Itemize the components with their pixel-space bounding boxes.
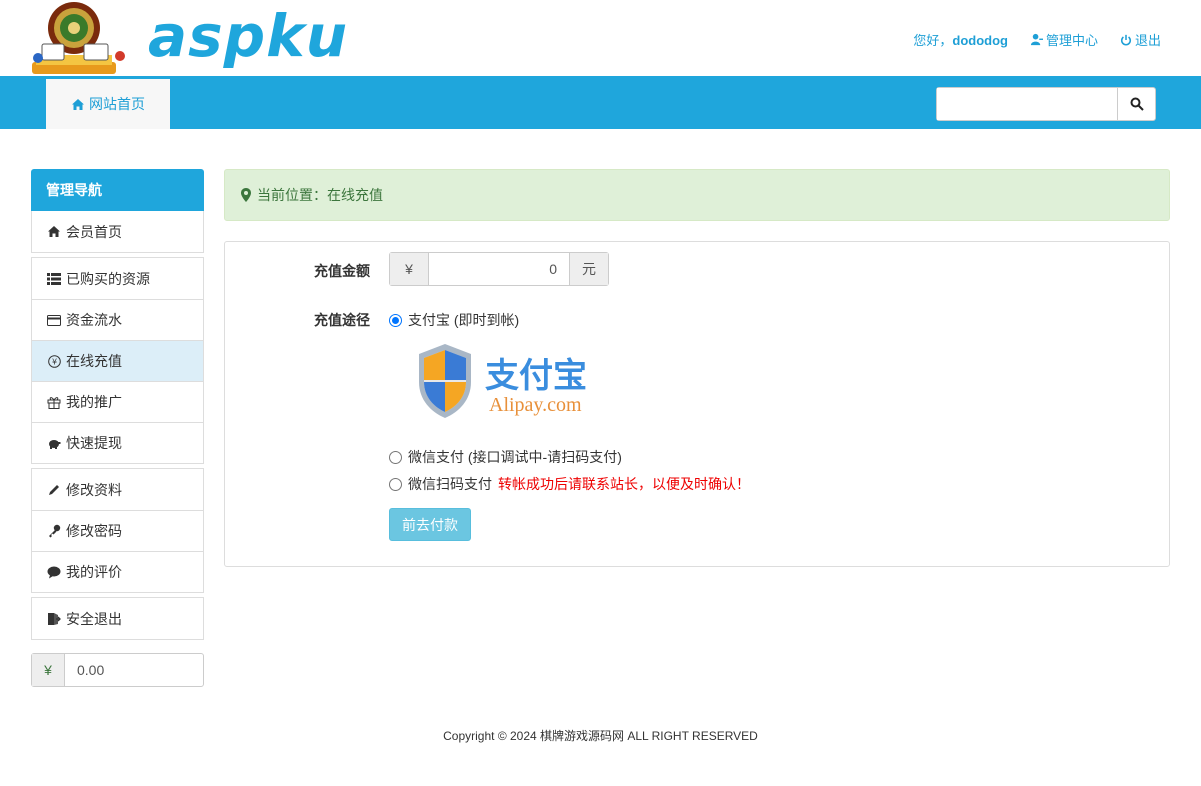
alipay-radio[interactable] <box>389 313 402 327</box>
admin-center-link[interactable]: 管理中心 <box>1030 30 1098 49</box>
logout-link[interactable]: 退出 <box>1120 30 1161 49</box>
footer-copyright: Copyright © 2024 棋牌游戏源码网 ALL RIGHT RESER… <box>443 729 758 743</box>
username[interactable]: dododog <box>952 33 1008 48</box>
alipay-logo-en: Alipay.com <box>489 394 582 416</box>
sidebar-item-purchased[interactable]: 已购买的资源 <box>32 258 203 299</box>
sidebar-item-fund-flow[interactable]: 资金流水 <box>32 299 203 340</box>
pencil-icon <box>47 483 61 497</box>
site-logo[interactable]: aspku <box>30 0 347 76</box>
sidebar-item-recharge[interactable]: ¥ 在线充值 <box>32 340 203 381</box>
piggy-bank-icon <box>47 438 61 449</box>
recharge-panel: 充值金额 ¥ 0 元 充值途径 支付宝 (即时到帐) 支付宝 Alipay.co… <box>224 241 1170 567</box>
sidebar-item-member-home[interactable]: 会员首页 <box>32 211 203 252</box>
map-marker-icon <box>241 188 251 202</box>
balance-value: 0.00 <box>77 662 105 678</box>
comment-icon <box>47 566 61 579</box>
option-wechat[interactable]: 微信支付 (接口调试中-请扫码支付) <box>389 447 622 467</box>
amount-unit-suffix: 元 <box>569 253 608 285</box>
site-header: aspku 您好，dododog 管理中心 退出 <box>0 0 1201 76</box>
breadcrumb-text: 当前位置：在线充值 <box>257 187 383 203</box>
search-input[interactable] <box>937 88 1117 120</box>
sidebar-item-reviews[interactable]: 我的评价 <box>32 551 203 592</box>
sidebar-nav: 管理导航 会员首页 已购买的资源 资金流水 ¥ 在线充值 我的推广 快速提现 修… <box>31 169 204 640</box>
home-icon <box>72 98 84 110</box>
wechat-scan-note: 转帐成功后请联系站长，以便及时确认！ <box>498 476 750 492</box>
search-icon <box>1130 97 1144 111</box>
balance-currency-symbol: ¥ <box>32 654 65 686</box>
search-box <box>936 87 1156 121</box>
nav-home-tab[interactable]: 网站首页 <box>46 79 170 129</box>
sidebar-group: 已购买的资源 资金流水 ¥ 在线充值 我的推广 快速提现 <box>31 257 204 464</box>
list-icon <box>47 272 61 285</box>
roulette-logo-icon <box>32 2 125 74</box>
main-navbar: 网站首页 <box>0 76 1201 129</box>
option-alipay[interactable]: 支付宝 (即时到帐) <box>389 310 519 330</box>
search-button[interactable] <box>1117 88 1155 120</box>
breadcrumb: 当前位置：在线充值 <box>224 169 1170 221</box>
method-label: 充值途径 <box>314 312 370 328</box>
alipay-logo: 支付宝 Alipay.com <box>415 342 615 422</box>
logo-text: aspku <box>148 2 349 70</box>
sidebar-item-edit-profile[interactable]: 修改资料 <box>32 469 203 510</box>
sidebar-group: 修改资料 修改密码 我的评价 <box>31 468 204 593</box>
amount-input[interactable]: 0 <box>429 253 569 285</box>
user-links: 您好，dododog 管理中心 退出 <box>913 30 1161 49</box>
alipay-logo-cn: 支付宝 <box>485 356 587 396</box>
sidebar-item-promotion[interactable]: 我的推广 <box>32 381 203 422</box>
svg-text:¥: ¥ <box>51 357 56 366</box>
amount-label: 充值金额 <box>314 263 370 279</box>
sidebar-item-change-password[interactable]: 修改密码 <box>32 510 203 551</box>
sidebar-item-logout[interactable]: 安全退出 <box>32 598 203 639</box>
yen-circle-icon: ¥ <box>47 354 61 368</box>
amount-currency-prefix: ¥ <box>390 253 429 285</box>
sidebar-title: 管理导航 <box>31 169 204 211</box>
home-icon <box>47 225 61 238</box>
power-icon <box>1120 34 1131 45</box>
wechat-scan-radio[interactable] <box>389 477 402 491</box>
sidebar-item-withdraw[interactable]: 快速提现 <box>32 422 203 463</box>
wechat-radio[interactable] <box>389 450 402 464</box>
user-manage-icon <box>1030 33 1043 46</box>
pay-button[interactable]: 前去付款 <box>389 508 471 541</box>
option-wechat-scan[interactable]: 微信扫码支付 转帐成功后请联系站长，以便及时确认！ <box>389 474 750 494</box>
amount-input-group: ¥ 0 元 <box>389 252 609 286</box>
greeting: 您好，dododog <box>913 33 1008 48</box>
logout-icon <box>47 612 61 626</box>
balance-display: ¥ 0.00 <box>31 653 204 687</box>
sidebar-group: 安全退出 <box>31 597 204 640</box>
sidebar-group: 会员首页 <box>31 211 204 253</box>
credit-card-icon <box>47 314 61 326</box>
gift-icon <box>47 396 61 409</box>
key-icon <box>47 524 61 538</box>
